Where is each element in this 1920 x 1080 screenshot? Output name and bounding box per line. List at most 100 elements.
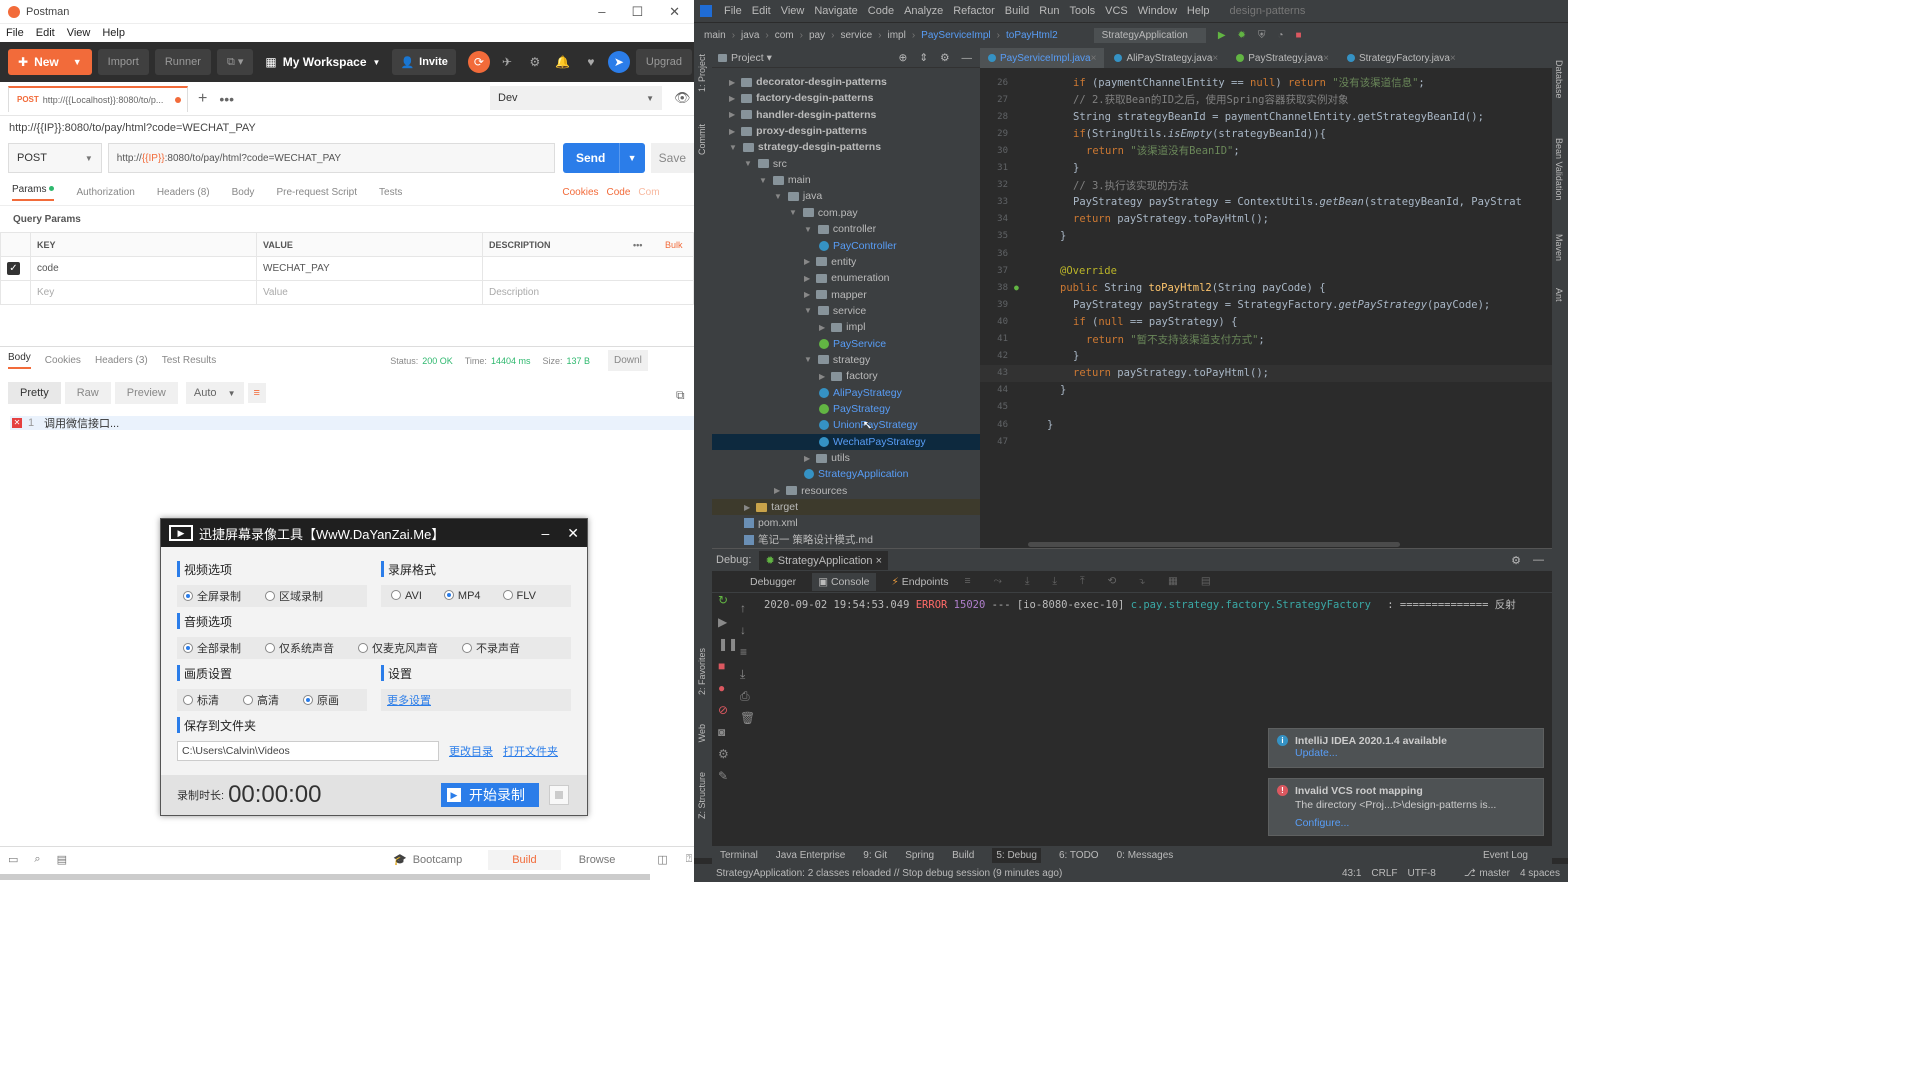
comments-link[interactable]: Com <box>638 187 659 198</box>
expand-arrow-icon[interactable]: ▼ <box>804 355 812 364</box>
gear-icon[interactable]: ⚙ <box>940 52 949 64</box>
stop-icon[interactable]: ■ <box>718 659 725 673</box>
expand-arrow-icon[interactable]: ▼ <box>729 143 737 152</box>
code-line[interactable]: 40 if (null == payStrategy) { <box>980 313 1552 330</box>
cookies-link[interactable]: Cookies <box>562 187 598 198</box>
more-icon[interactable]: ••• <box>633 240 642 250</box>
breadcrumb-item[interactable]: toPayHtml2 <box>1006 30 1058 41</box>
tab-headers[interactable]: Headers (8) <box>157 187 210 198</box>
upgrade-button[interactable]: Upgrad <box>635 49 692 75</box>
breadcrumb-item[interactable]: java <box>741 30 759 41</box>
browse-tab[interactable]: Browse <box>567 850 628 870</box>
tree-item[interactable]: ▶ handler-desgin-patterns <box>729 107 876 123</box>
tree-item[interactable]: ▶ impl <box>819 319 865 335</box>
add-tab-button[interactable]: + <box>198 90 207 108</box>
notification-vcs[interactable]: ! Invalid VCS root mapping The directory … <box>1268 778 1544 836</box>
expand-arrow-icon[interactable]: ▶ <box>804 274 810 283</box>
code-line[interactable]: 28 String strategyBeanId = paymentChannel… <box>980 108 1552 125</box>
breadcrumb-item[interactable]: PayServiceImpl <box>921 30 990 41</box>
code-line[interactable]: 44} <box>980 382 1552 399</box>
tree-item[interactable]: AliPayStrategy <box>819 385 902 401</box>
hide-icon[interactable]: — <box>1533 554 1544 566</box>
run-icon[interactable]: ▶ <box>1218 30 1226 41</box>
radio-audio-none[interactable]: 不录声音 <box>462 640 520 656</box>
rocket-icon[interactable]: ➤ <box>607 51 630 73</box>
code-line[interactable]: 29 if(StringUtils.isEmpty(strategyBeanId)… <box>980 125 1552 142</box>
param-description[interactable] <box>482 256 694 281</box>
profile-icon[interactable]: ◔ <box>1277 30 1283 41</box>
send-dropdown-button[interactable]: ▼ <box>618 143 645 173</box>
preview-button[interactable]: Preview <box>114 382 178 404</box>
menu-vcs[interactable]: VCS <box>1105 5 1128 17</box>
code-line[interactable]: 33 PayStrategy payStrategy = ContextUtils… <box>980 194 1552 211</box>
radio-audio-mic[interactable]: 仅麦克风声音 <box>358 640 438 656</box>
two-pane-icon[interactable]: ◫ <box>657 853 667 866</box>
expand-arrow-icon[interactable]: ▼ <box>774 192 782 201</box>
code-line[interactable]: 46} <box>980 416 1552 433</box>
tree-item[interactable]: ▼ src <box>744 156 787 172</box>
tool-window-6-todo[interactable]: 6: TODO <box>1059 850 1099 861</box>
expand-arrow-icon[interactable]: ▶ <box>819 323 825 332</box>
postman-scrollbar[interactable] <box>0 874 650 880</box>
tab-response-headers[interactable]: Headers (3) <box>95 355 148 366</box>
collapse-icon[interactable]: ⇕ <box>919 52 928 64</box>
menu-edit[interactable]: Edit <box>752 5 771 17</box>
code-line[interactable]: 27// 2.获取Bean的ID之后，使用Spring容器获取实例对象 <box>980 91 1552 108</box>
soft-wrap-icon[interactable]: ≡ <box>740 645 747 659</box>
tree-item[interactable]: ▶ entity <box>804 254 856 270</box>
request-tab[interactable]: POST http://{{Localhost}}:8080/to/p... <box>8 85 188 112</box>
tool-window-event-log[interactable]: Event Log <box>1483 850 1528 861</box>
code-line[interactable]: 36 <box>980 245 1552 262</box>
tab-response-body[interactable]: Body <box>8 352 31 369</box>
tab-body[interactable]: Body <box>232 187 255 198</box>
environment-selector[interactable]: Dev ▼ <box>490 86 662 110</box>
radio-avi[interactable]: AVI <box>391 590 422 602</box>
tab-tests[interactable]: Tests <box>379 187 402 198</box>
copy-icon[interactable]: ⧉ <box>676 388 685 403</box>
tree-item[interactable]: 笔记一 策略设计模式.md <box>744 532 873 548</box>
tab-params[interactable]: Params <box>12 184 55 201</box>
format-select[interactable]: Auto ▼ <box>185 382 244 404</box>
structure-tool-button[interactable]: Z: Structure <box>697 772 707 819</box>
tree-item[interactable]: ▶ decorator-desgin-patterns <box>729 74 887 90</box>
expand-arrow-icon[interactable]: ▼ <box>759 176 767 185</box>
menu-edit[interactable]: Edit <box>36 27 55 39</box>
maximize-button[interactable]: ☐ <box>631 4 643 20</box>
breadcrumb-item[interactable]: pay <box>809 30 825 41</box>
build-tab[interactable]: Build <box>488 849 561 870</box>
download-button[interactable]: Downl <box>608 350 648 371</box>
tree-item[interactable]: PayService <box>819 336 886 352</box>
pin-icon[interactable]: ✎ <box>718 769 728 783</box>
minimize-button[interactable]: – <box>541 525 549 541</box>
code-line[interactable]: 34 return payStrategy.toPayHtml(); <box>980 211 1552 228</box>
bean-validation-tool-button[interactable]: Bean Validation <box>1554 138 1564 200</box>
save-path-input[interactable]: C:\Users\Calvin\Videos <box>177 741 439 761</box>
tree-item[interactable]: ▶ mapper <box>804 287 867 303</box>
tool-window-5-debug[interactable]: 5: Debug <box>992 847 1041 863</box>
import-button[interactable]: Import <box>97 49 149 75</box>
eye-icon[interactable]: 👁 <box>674 90 691 106</box>
tree-item[interactable]: StrategyApplication <box>804 466 908 482</box>
expand-arrow-icon[interactable]: ▼ <box>789 208 797 217</box>
scroll-end-icon[interactable]: ⤓ <box>740 667 745 682</box>
expand-arrow-icon[interactable]: ▶ <box>819 372 825 381</box>
tree-item[interactable]: ▶ target <box>712 499 980 516</box>
menu-code[interactable]: Code <box>868 5 894 17</box>
pretty-button[interactable]: Pretty <box>8 382 61 404</box>
param-value[interactable]: WECHAT_PAY <box>256 256 483 281</box>
menu-tools[interactable]: Tools <box>1069 5 1095 17</box>
bell-icon[interactable]: 🔔 <box>552 51 574 73</box>
tree-item[interactable]: WechatPayStrategy <box>712 433 980 450</box>
radio-standard[interactable]: 标清 <box>183 692 219 708</box>
project-tool-button[interactable]: 1: Project <box>697 54 707 92</box>
console-icon[interactable]: ▤ <box>57 853 67 866</box>
help-icon[interactable]: ⍰ <box>686 853 693 866</box>
radio-audio-all[interactable]: 全部录制 <box>183 640 241 656</box>
breadcrumb-item[interactable]: main <box>704 30 726 41</box>
tree-item[interactable]: ▶ proxy-desgin-patterns <box>729 123 867 139</box>
tree-item[interactable]: ▼ main <box>759 172 811 188</box>
locate-icon[interactable]: ⊕ <box>898 52 907 64</box>
tool-window-build[interactable]: Build <box>952 850 974 861</box>
expand-arrow-icon[interactable]: ▶ <box>804 454 810 463</box>
editor-hscrollbar[interactable] <box>1028 542 1400 547</box>
